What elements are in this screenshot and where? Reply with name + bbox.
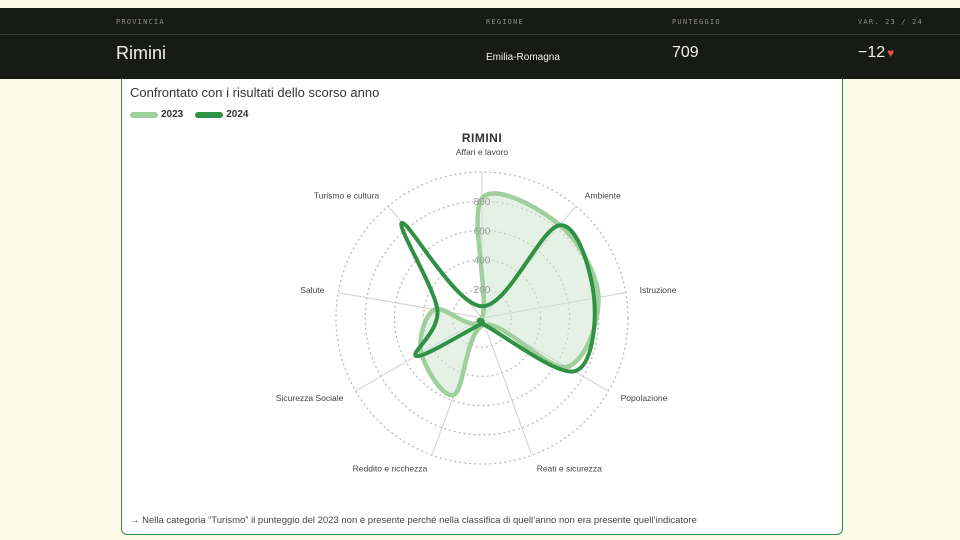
axis-label-0: Affari e lavoro [456,147,509,157]
score-value: 709 [672,44,699,61]
axis-label-7: Salute [300,285,324,295]
province-name: Rimini [116,43,167,63]
axis-label-2: Istruzione [640,285,677,295]
tick-label-400: 400 [474,256,491,267]
tick-label-600: 600 [474,226,491,237]
tick-label-200: 200 [474,285,491,296]
province-header: › PROVINCIA REGIONE PUNTEGGIO VAR. 23 / … [0,8,960,79]
region-name: Emilia-Romagna [486,52,560,63]
footnote: → Nella categoria “Turismo” il punteggio… [130,515,697,526]
heart-icon: ♥ [887,46,895,60]
radar-chart: 200 400 600 800 Affari e lavoro Ambiente Istru… [276,147,677,473]
axis-label-3: Popolazione [621,393,668,403]
header-divider [0,34,960,35]
variation-number: −12 [858,44,886,61]
comparison-card: Confrontato con i risultati dello scorso… [121,79,843,535]
axis-label-5: Reddito e ricchezza [353,463,428,473]
label-variazione: VAR. 23 / 24 [858,18,923,26]
label-provincia: PROVINCIA [116,18,165,26]
axis-label-1: Ambiente [585,190,621,200]
label-punteggio: PUNTEGGIO [672,18,721,26]
variation-value: −12 ♥ [858,44,894,62]
axis-label-8: Turismo e cultura [314,190,380,200]
label-regione: REGIONE [486,18,524,26]
axis-label-6: Sicurezza Sociale [276,393,344,403]
top-band [0,0,960,8]
axis-label-4: Reati e sicurezza [537,463,602,473]
tick-label-800: 800 [474,197,491,208]
series-2023-line [418,191,601,398]
